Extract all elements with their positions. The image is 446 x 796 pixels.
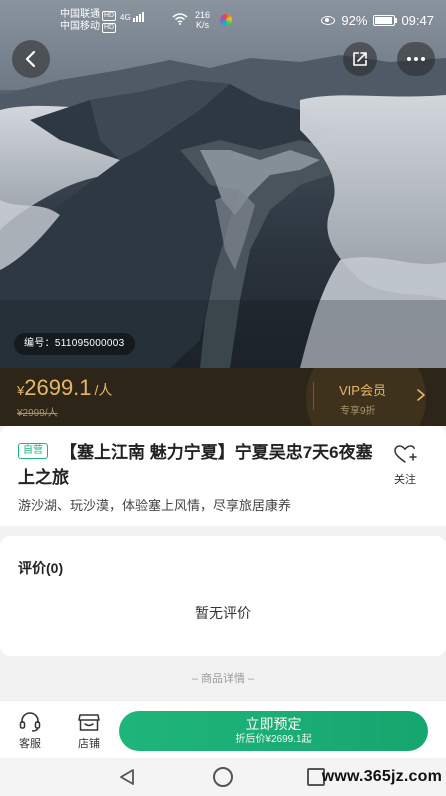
vip-title[interactable]: VIP会员	[339, 380, 386, 399]
nav-home-circle-icon[interactable]	[213, 767, 233, 787]
headset-icon	[19, 712, 41, 732]
customer-service-label: 客服	[19, 738, 41, 750]
battery-icon	[373, 15, 398, 26]
product-detail-page: 中国联通 HD 中国移动 HD 4G 216 K/s 92% 09:47 编号：…	[0, 0, 446, 796]
net-speed-value: 216	[195, 10, 211, 20]
reviews-section: 评价(0) 暂无评价	[0, 536, 446, 656]
system-navigation-bar: www.365jz.com	[0, 758, 446, 796]
follow-button[interactable]: 关注	[390, 444, 420, 487]
heart-plus-icon	[394, 445, 417, 463]
mountain-landscape-image	[0, 0, 446, 368]
discount-price-label: 折后价¥2699.1起	[235, 734, 312, 745]
divider	[313, 382, 314, 410]
more-button[interactable]	[397, 42, 435, 76]
reviews-empty-text: 暂无评价	[195, 605, 251, 621]
more-dots-icon	[407, 57, 425, 61]
book-now-label: 立即预定	[245, 716, 302, 732]
price-bar: ¥2699.1/人 ¥2999/人 VIP会员 专享9折	[0, 368, 446, 426]
product-title-card: 自营 【塞上江南 魅力宁夏】宁夏吴忠7天6夜塞上之旅 关注 游沙湖、玩沙漠，体验…	[0, 426, 446, 526]
carrier-2-label: 中国移动	[60, 21, 100, 32]
bottom-action-bar: 客服 店铺 立即预定 折后价¥2699.1起	[0, 700, 446, 758]
network-type-label: 4G	[120, 13, 131, 22]
system-status-bar: 中国联通 HD 中国移动 HD 4G 216 K/s 92% 09:47	[0, 0, 446, 38]
signal-icon: 4G	[120, 12, 145, 22]
follow-label: 关注	[394, 474, 416, 486]
back-button[interactable]	[12, 40, 50, 78]
chevron-right-icon[interactable]	[416, 388, 426, 402]
customer-service-button[interactable]: 客服	[10, 711, 50, 751]
app-notification-icon	[220, 14, 232, 26]
shop-label: 店铺	[78, 738, 100, 750]
nav-back-triangle-icon[interactable]	[118, 768, 136, 786]
hd-badge: HD	[102, 23, 117, 33]
carrier-info: 中国联通 HD 中国移动 HD	[60, 9, 117, 33]
net-speed: 216 K/s	[195, 10, 210, 30]
price-amount: 2699.1	[24, 375, 92, 400]
vip-discount-text[interactable]: 专享9折	[340, 402, 376, 417]
watermark-text: www.365jz.com	[321, 768, 442, 785]
reviews-title[interactable]: 评价(0)	[18, 558, 63, 578]
current-price: ¥2699.1/人	[17, 375, 112, 401]
original-price: ¥2999/人	[17, 408, 58, 419]
product-title: 【塞上江南 魅力宁夏】宁夏吴忠7天6夜塞上之旅	[18, 443, 373, 487]
eye-comfort-icon	[321, 16, 336, 25]
carrier-1-label: 中国联通	[60, 9, 100, 20]
product-code-tag: 编号：511095000003	[14, 333, 135, 355]
book-now-button[interactable]: 立即预定 折后价¥2699.1起	[119, 711, 428, 751]
hero-image[interactable]: 中国联通 HD 中国移动 HD 4G 216 K/s 92% 09:47 编号：…	[0, 0, 446, 368]
product-subtitle: 游沙湖、玩沙漠，体验塞上风情，尽享旅居康养	[18, 498, 292, 513]
status-right: 92% 09:47	[321, 13, 434, 28]
share-icon	[353, 52, 367, 66]
net-speed-unit: K/s	[196, 20, 210, 30]
price-unit: /人	[94, 382, 113, 398]
shop-icon	[78, 714, 100, 731]
wifi-icon	[172, 13, 188, 25]
battery-percent: 92%	[341, 13, 368, 28]
shop-button[interactable]: 店铺	[69, 711, 109, 751]
chevron-left-icon	[25, 50, 36, 68]
clock: 09:47	[401, 13, 434, 28]
share-button[interactable]	[343, 42, 377, 76]
hd-badge: HD	[102, 11, 117, 21]
product-detail-divider: – 商品详情 –	[191, 673, 255, 685]
